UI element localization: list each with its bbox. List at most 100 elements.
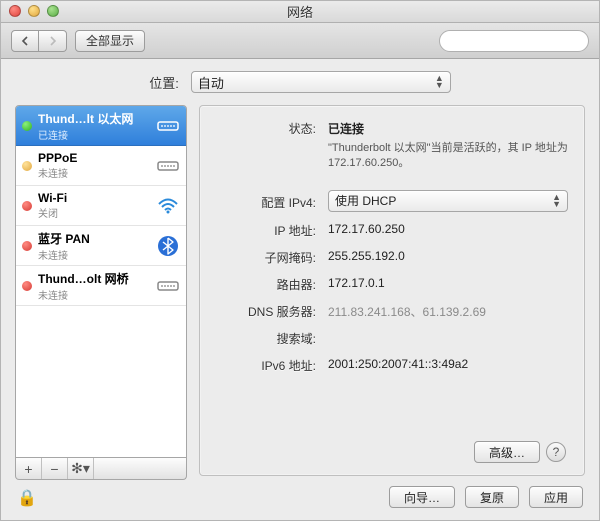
- advanced-row: 高级… ?: [216, 437, 568, 465]
- ipv6-value: 2001:250:2007:41::3:49a2: [328, 353, 568, 371]
- sidebar-item-thunderbolt-ethernet[interactable]: Thund…lt 以太网 已连接: [16, 106, 186, 146]
- chevron-up-down-icon: ▲▼: [435, 75, 444, 89]
- details-panel: 状态: 已连接 "Thunderbolt 以太网"当前是活跃的，其 IP 地址为…: [199, 105, 585, 476]
- ethernet-icon: [156, 114, 180, 138]
- sidebar-item-pppoe[interactable]: PPPoE 未连接: [16, 146, 186, 186]
- ip-value: 172.17.60.250: [328, 218, 568, 236]
- nav-segment: [11, 30, 67, 52]
- chevron-up-down-icon: ▲▼: [552, 194, 561, 208]
- sidebar-action-bar: + − ✻▾: [15, 458, 187, 480]
- mask-row: 子网掩码: 255.255.192.0: [216, 245, 568, 266]
- apply-label: 应用: [544, 491, 568, 505]
- plus-icon: +: [24, 461, 32, 477]
- sidebar-item-thunderbolt-bridge[interactable]: Thund…olt 网桥 未连接: [16, 266, 186, 306]
- gear-menu-button[interactable]: ✻▾: [68, 458, 94, 479]
- bluetooth-icon: [156, 234, 180, 258]
- traffic-lights: [9, 5, 59, 17]
- status-dot-icon: [22, 201, 32, 211]
- minus-icon: −: [50, 461, 58, 477]
- config-value: 使用 DHCP: [335, 192, 552, 209]
- sidebar-item-text: Thund…lt 以太网 已连接: [38, 110, 150, 142]
- sidebar-item-text: PPPoE 未连接: [38, 151, 150, 180]
- router-value: 172.17.0.1: [328, 272, 568, 290]
- status-row: 状态: 已连接 "Thunderbolt 以太网"当前是活跃的，其 IP 地址为…: [216, 116, 568, 172]
- sidebar-item-text: Wi-Fi 关闭: [38, 191, 150, 220]
- location-label: 位置:: [149, 73, 179, 92]
- gear-icon: ✻▾: [71, 460, 90, 477]
- remove-interface-button[interactable]: −: [42, 458, 68, 479]
- sidebar-item-sub: 未连接: [38, 247, 150, 262]
- search-field[interactable]: [450, 33, 600, 49]
- body: Thund…lt 以太网 已连接 PPPoE 未连接: [15, 105, 585, 508]
- show-all-label: 全部显示: [86, 32, 134, 49]
- sidebar-item-name: Wi-Fi: [38, 191, 150, 205]
- sidebar-item-text: 蓝牙 PAN 未连接: [38, 230, 150, 262]
- sidebar-item-sub: 未连接: [38, 287, 150, 302]
- forward-button[interactable]: [39, 30, 67, 52]
- config-row: 配置 IPv4: 使用 DHCP ▲▼: [216, 190, 568, 212]
- sidebar-item-name: PPPoE: [38, 151, 150, 165]
- sidebar-item-name: Thund…lt 以太网: [38, 110, 150, 127]
- router-label: 路由器:: [216, 272, 316, 293]
- zoom-icon[interactable]: [47, 5, 59, 17]
- network-preferences-window: 网络 全部显示 位置: 自动 ▲▼: [0, 0, 600, 521]
- ipv6-label: IPv6 地址:: [216, 353, 316, 374]
- config-ipv4-popup[interactable]: 使用 DHCP ▲▼: [328, 190, 568, 212]
- ethernet-icon: [156, 154, 180, 178]
- sidebar-item-name: 蓝牙 PAN: [38, 230, 150, 247]
- apply-button[interactable]: 应用: [529, 486, 583, 508]
- show-all-button[interactable]: 全部显示: [75, 30, 145, 52]
- status-dot-icon: [22, 161, 32, 171]
- wizard-label: 向导…: [404, 491, 440, 505]
- status-dot-icon: [22, 241, 32, 251]
- minimize-icon[interactable]: [28, 5, 40, 17]
- status-label: 状态:: [216, 116, 316, 137]
- window-title: 网络: [287, 2, 313, 21]
- searchdomain-label: 搜索域:: [216, 326, 316, 347]
- location-value: 自动: [198, 73, 435, 92]
- searchdomain-value: [328, 326, 568, 330]
- sidebar-item-text: Thund…olt 网桥 未连接: [38, 270, 150, 302]
- sidebar-item-sub: 关闭: [38, 205, 150, 220]
- sidebar-item-name: Thund…olt 网桥: [38, 270, 150, 287]
- sidebar-wrap: Thund…lt 以太网 已连接 PPPoE 未连接: [15, 105, 187, 508]
- ip-label: IP 地址:: [216, 218, 316, 239]
- close-icon[interactable]: [9, 5, 21, 17]
- location-popup[interactable]: 自动 ▲▼: [191, 71, 451, 93]
- revert-button[interactable]: 复原: [465, 486, 519, 508]
- router-row: 路由器: 172.17.0.1: [216, 272, 568, 293]
- config-label: 配置 IPv4:: [216, 190, 316, 211]
- revert-label: 复原: [480, 491, 504, 505]
- wizard-button[interactable]: 向导…: [389, 486, 455, 508]
- sidebar: Thund…lt 以太网 已连接 PPPoE 未连接: [15, 105, 187, 458]
- sidebar-item-sub: 未连接: [38, 165, 150, 180]
- titlebar: 网络: [1, 1, 599, 23]
- help-button[interactable]: ?: [546, 442, 566, 462]
- content: 位置: 自动 ▲▼ Thund…lt 以太网 已连接: [1, 59, 599, 520]
- advanced-button[interactable]: 高级…: [474, 441, 540, 463]
- search-input[interactable]: [439, 30, 589, 52]
- dns-row: DNS 服务器: 211.83.241.168、61.139.2.69: [216, 299, 568, 320]
- ipv6-row: IPv6 地址: 2001:250:2007:41::3:49a2: [216, 353, 568, 374]
- status-dot-icon: [22, 121, 32, 131]
- toolbar: 全部显示: [1, 23, 599, 59]
- add-interface-button[interactable]: +: [16, 458, 42, 479]
- mask-value: 255.255.192.0: [328, 245, 568, 263]
- dns-label: DNS 服务器:: [216, 299, 316, 320]
- wifi-icon: [156, 194, 180, 218]
- advanced-label: 高级…: [489, 446, 525, 460]
- sidebar-item-wifi[interactable]: Wi-Fi 关闭: [16, 186, 186, 226]
- ip-row: IP 地址: 172.17.60.250: [216, 218, 568, 239]
- status-value: 已连接: [328, 116, 568, 137]
- sidebar-item-bluetooth-pan[interactable]: 蓝牙 PAN 未连接: [16, 226, 186, 266]
- dns-value: 211.83.241.168、61.139.2.69: [328, 299, 568, 320]
- status-desc: "Thunderbolt 以太网"当前是活跃的，其 IP 地址为 172.17.…: [328, 141, 568, 172]
- ethernet-icon: [156, 274, 180, 298]
- sidebar-item-sub: 已连接: [38, 127, 150, 142]
- searchdomain-row: 搜索域:: [216, 326, 568, 347]
- footer: 向导… 复原 应用: [199, 484, 585, 508]
- back-button[interactable]: [11, 30, 39, 52]
- mask-label: 子网掩码:: [216, 245, 316, 266]
- status-dot-icon: [22, 281, 32, 291]
- lock-icon[interactable]: 🔒: [15, 488, 187, 508]
